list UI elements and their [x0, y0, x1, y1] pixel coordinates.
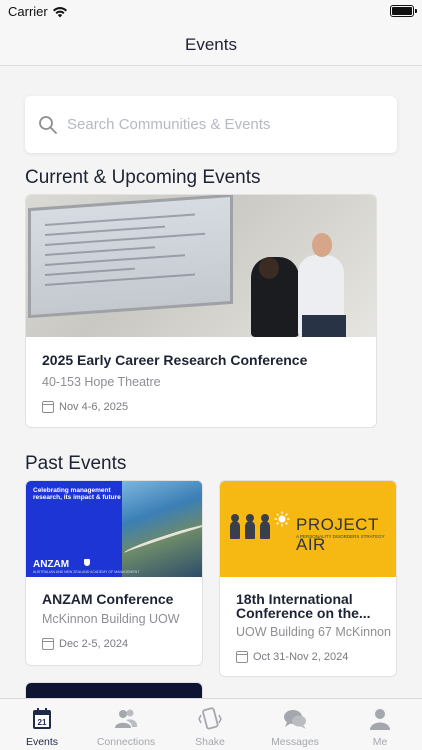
tab-label: Shake	[195, 736, 225, 748]
person-icon	[370, 709, 390, 730]
search-icon	[39, 116, 57, 134]
tab-events[interactable]: 21 Events	[0, 699, 84, 750]
event-location: 40-153 Hope Theatre	[42, 375, 161, 389]
event-image: PROJECT AIR A PERSONALITY DISORDERS STRA…	[220, 481, 396, 577]
section-title-past: Past Events	[25, 453, 127, 474]
event-card-current[interactable]: 2025 Early Career Research Conference 40…	[25, 194, 377, 428]
event-title: 2025 Early Career Research Conference	[42, 352, 308, 368]
event-location: UOW Building 67 McKinnon	[236, 625, 391, 639]
event-location: McKinnon Building UOW	[42, 612, 180, 626]
calendar-day: 21	[38, 718, 47, 727]
university-crest-icon	[84, 559, 90, 566]
tab-bar: 21 Events Connections Shake Messages Me	[0, 698, 422, 750]
tab-connections[interactable]: Connections	[84, 699, 168, 750]
calendar-icon	[42, 638, 54, 650]
event-date: Nov 4-6, 2025	[42, 401, 128, 413]
tab-shake[interactable]: Shake	[168, 699, 252, 750]
phone-shake-icon	[198, 707, 222, 730]
event-date: Oct 31-Nov 2, 2024	[236, 651, 348, 663]
carrier-label: Carrier	[8, 4, 68, 19]
search-bar[interactable]	[25, 96, 397, 153]
anzam-logo: ANZAM	[33, 559, 70, 570]
carrier-text: Carrier	[8, 4, 48, 19]
image-tagline: research, its impact & future	[33, 494, 121, 501]
tab-label: Me	[372, 736, 388, 748]
event-date: Dec 2-5, 2024	[42, 638, 128, 650]
event-title: ANZAM Conference	[42, 591, 174, 607]
project-air-subtitle: A PERSONALITY DISORDERS STRATEGY	[296, 534, 385, 539]
event-image: Celebrating management research, its imp…	[26, 481, 202, 577]
event-date-text: Dec 2-5, 2024	[59, 638, 129, 650]
status-bar: Carrier	[0, 0, 422, 24]
tab-label: Connections	[96, 736, 156, 748]
event-card-conference[interactable]: PROJECT AIR A PERSONALITY DISORDERS STRA…	[219, 480, 397, 677]
wifi-icon	[52, 6, 67, 17]
tab-me[interactable]: Me	[338, 699, 422, 750]
battery-icon	[390, 5, 417, 17]
event-title-line: 18th International	[236, 591, 353, 607]
event-date-text: Oct 31-Nov 2, 2024	[253, 651, 349, 663]
tab-label: Messages	[271, 736, 319, 748]
tab-label: Events	[25, 736, 59, 748]
sun-icon	[274, 511, 290, 527]
event-card-anzam[interactable]: Celebrating management research, its imp…	[25, 480, 203, 666]
event-image	[26, 195, 376, 337]
search-input[interactable]	[67, 96, 387, 153]
section-title-current: Current & Upcoming Events	[25, 167, 261, 188]
image-tagline: Celebrating management	[33, 487, 111, 494]
chat-bubbles-icon	[284, 710, 306, 729]
calendar-icon: 21	[33, 708, 51, 729]
calendar-icon	[42, 401, 54, 413]
navigation-bar: Events	[0, 24, 422, 66]
anzam-logo-subtitle: AUSTRALIAN AND NEW ZEALAND ACADEMY OF MA…	[33, 570, 140, 574]
event-date-text: Nov 4-6, 2025	[59, 401, 129, 413]
event-title: 18th International Conference on the...	[236, 592, 371, 620]
tab-messages[interactable]: Messages	[253, 699, 337, 750]
page-title: Events	[185, 35, 237, 54]
calendar-icon	[236, 651, 248, 663]
event-title-line: Conference on the...	[236, 605, 371, 621]
people-icon	[115, 709, 138, 728]
